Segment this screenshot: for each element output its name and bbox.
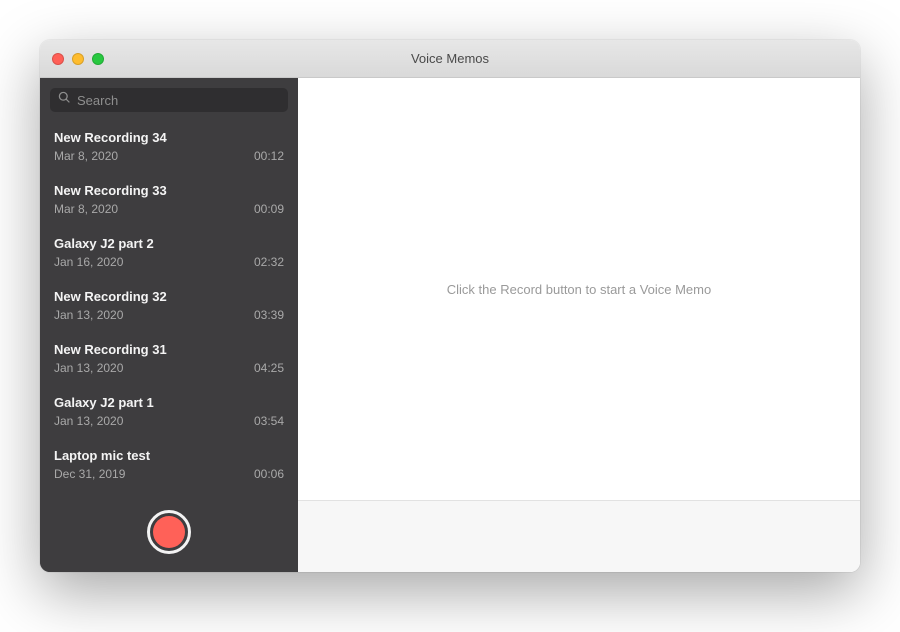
search-icon (58, 91, 71, 109)
list-item[interactable]: New Recording 32 Jan 13, 2020 03:39 (40, 279, 298, 332)
record-area (40, 492, 298, 572)
window-title: Voice Memos (40, 51, 860, 66)
recording-meta: Jan 13, 2020 04:25 (54, 361, 284, 375)
maximize-window-button[interactable] (92, 53, 104, 65)
record-icon (153, 516, 185, 548)
recording-meta: Dec 31, 2019 00:06 (54, 467, 284, 481)
recording-duration: 03:54 (254, 414, 284, 428)
recording-meta: Mar 8, 2020 00:09 (54, 202, 284, 216)
recording-date: Mar 8, 2020 (54, 202, 118, 216)
sidebar: New Recording 34 Mar 8, 2020 00:12 New R… (40, 78, 298, 572)
recording-duration: 00:09 (254, 202, 284, 216)
record-button[interactable] (147, 510, 191, 554)
recording-meta: Jan 16, 2020 02:32 (54, 255, 284, 269)
minimize-window-button[interactable] (72, 53, 84, 65)
recording-date: Jan 16, 2020 (54, 255, 123, 269)
list-item[interactable]: New Recording 33 Mar 8, 2020 00:09 (40, 173, 298, 226)
recording-meta: Jan 13, 2020 03:39 (54, 308, 284, 322)
recording-duration: 02:32 (254, 255, 284, 269)
list-item[interactable]: Laptop mic test Dec 31, 2019 00:06 (40, 438, 298, 491)
list-item[interactable]: New Recording 34 Mar 8, 2020 00:12 (40, 120, 298, 173)
playback-footer (298, 500, 860, 572)
recording-duration: 04:25 (254, 361, 284, 375)
titlebar: Voice Memos (40, 40, 860, 78)
recording-date: Jan 13, 2020 (54, 414, 123, 428)
recording-date: Jan 13, 2020 (54, 361, 123, 375)
recording-meta: Jan 13, 2020 03:54 (54, 414, 284, 428)
recording-date: Mar 8, 2020 (54, 149, 118, 163)
recording-duration: 00:06 (254, 467, 284, 481)
recording-meta: Mar 8, 2020 00:12 (54, 149, 284, 163)
recording-title: New Recording 33 (54, 183, 284, 198)
recording-date: Dec 31, 2019 (54, 467, 125, 481)
search-field[interactable] (50, 88, 288, 112)
main-empty-state: Click the Record button to start a Voice… (298, 78, 860, 500)
main-panel: Click the Record button to start a Voice… (298, 78, 860, 572)
recording-duration: 00:12 (254, 149, 284, 163)
list-item[interactable]: Galaxy J2 part 1 Jan 13, 2020 03:54 (40, 385, 298, 438)
app-window: Voice Memos New Recording 34 Mar 8, 2020… (40, 40, 860, 572)
window-controls (52, 53, 104, 65)
window-body: New Recording 34 Mar 8, 2020 00:12 New R… (40, 78, 860, 572)
recording-title: New Recording 34 (54, 130, 284, 145)
close-window-button[interactable] (52, 53, 64, 65)
list-item[interactable]: New Recording 31 Jan 13, 2020 04:25 (40, 332, 298, 385)
search-input[interactable] (77, 93, 280, 108)
recording-duration: 03:39 (254, 308, 284, 322)
recording-title: Laptop mic test (54, 448, 284, 463)
recording-title: Galaxy J2 part 2 (54, 236, 284, 251)
search-container (40, 78, 298, 120)
recording-title: Galaxy J2 part 1 (54, 395, 284, 410)
list-item[interactable]: Galaxy J2 part 2 Jan 16, 2020 02:32 (40, 226, 298, 279)
empty-state-text: Click the Record button to start a Voice… (447, 282, 711, 297)
recording-date: Jan 13, 2020 (54, 308, 123, 322)
recordings-list[interactable]: New Recording 34 Mar 8, 2020 00:12 New R… (40, 120, 298, 492)
recording-title: New Recording 32 (54, 289, 284, 304)
recording-title: New Recording 31 (54, 342, 284, 357)
